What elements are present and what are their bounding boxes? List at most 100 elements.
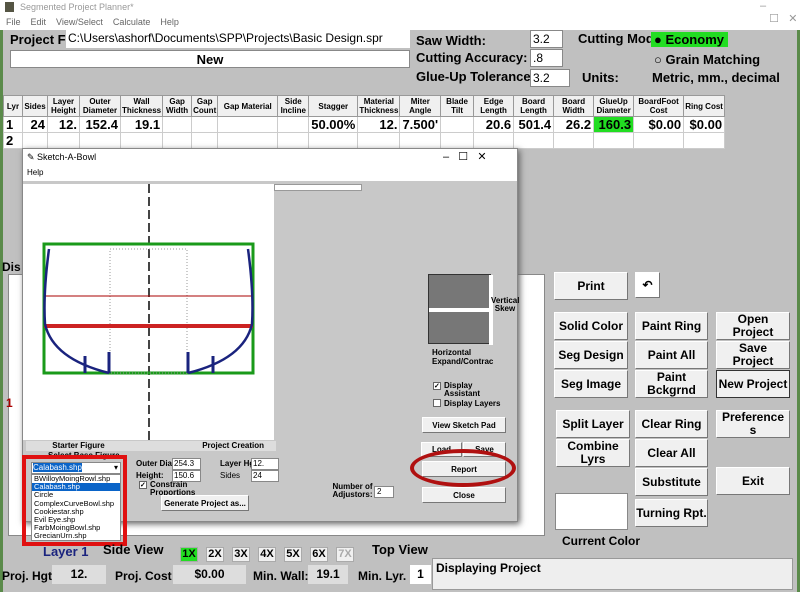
substitute-button[interactable]: Substitute [635,468,708,496]
table-cell[interactable] [217,116,279,133]
menu-calculate[interactable]: Calculate [113,17,151,27]
zoom-7x-button[interactable]: 7X [336,547,354,562]
table-cell[interactable] [47,132,80,149]
table-cell[interactable] [553,132,595,149]
horizontal-skew-slider[interactable] [429,308,489,312]
cutting-accuracy-input[interactable]: .8 [530,49,563,67]
table-cell[interactable]: 26.2 [553,116,595,133]
table-cell[interactable] [308,132,359,149]
table-cell[interactable]: 501.4 [513,116,555,133]
table-cell[interactable]: $0.00 [633,116,685,133]
table-cell[interactable] [277,132,310,149]
table-cell[interactable] [513,132,555,149]
horizontal-scrollbar[interactable] [274,184,362,191]
split-layer-button[interactable]: Split Layer [556,410,630,438]
paint-background-button[interactable]: Paint Bckgrnd [635,370,708,398]
turning-report-button[interactable]: Turning Rpt. [635,499,708,527]
display-assistant-checkbox[interactable]: ✓ Display Assistant [433,382,480,398]
table-cell[interactable] [162,116,193,133]
generate-project-button[interactable]: Generate Project as... [161,495,249,511]
saw-width-input[interactable]: 3.2 [530,30,563,48]
table-row[interactable]: 1 24 12. 152.4 19.1 50.00% 12. 7.500' 20.6 501.4 2… [3,116,726,133]
highlight-box [22,455,127,546]
open-project-button[interactable]: Open Project [716,312,790,340]
table-cell[interactable] [22,132,48,149]
table-cell[interactable] [399,132,442,149]
menu-edit[interactable]: Edit [31,17,47,27]
zoom-3x-button[interactable]: 3X [232,547,250,562]
table-cell[interactable] [191,116,219,133]
table-cell[interactable]: $0.00 [683,116,726,133]
window-title: Segmented Project Planner* [20,2,134,12]
min-wall-value: 19.1 [308,565,348,584]
clear-ring-button[interactable]: Clear Ring [635,410,708,438]
window-controls[interactable]: – ☐ ✕ [760,0,800,25]
table-cell[interactable] [277,116,310,133]
table-cell[interactable]: 12. [357,116,401,133]
clear-all-button[interactable]: Clear All [635,439,708,467]
table-row[interactable]: 2 [3,132,726,149]
menu-view-select[interactable]: View/Select [56,17,103,27]
table-cell[interactable] [357,132,401,149]
solid-color-button[interactable]: Solid Color [554,312,628,340]
undo-icon[interactable]: ↶ [635,272,660,298]
table-cell[interactable] [217,132,279,149]
table-cell[interactable] [191,132,219,149]
preferences-button[interactable]: Preference s [716,410,790,438]
table-cell[interactable] [79,132,121,149]
layer-hg-input[interactable]: 12. [251,458,279,470]
paint-all-button[interactable]: Paint All [635,341,708,369]
zoom-5x-button[interactable]: 5X [284,547,302,562]
display-layers-checkbox[interactable]: Display Layers [433,399,500,408]
close-button[interactable]: Close [422,487,506,503]
table-cell[interactable]: 7.500' [399,116,442,133]
menu-help[interactable]: Help [160,17,179,27]
table-cell[interactable]: 50.00% [308,116,359,133]
zoom-6x-button[interactable]: 6X [310,547,328,562]
table-cell[interactable] [440,132,475,149]
table-cell[interactable] [683,132,726,149]
print-button[interactable]: Print [554,272,628,300]
table-cell[interactable] [162,132,193,149]
section-headers: Starter Figure Project Creation [26,441,276,451]
dialog-menu-help[interactable]: Help [27,168,43,177]
current-color-swatch[interactable] [555,493,628,530]
save-project-button[interactable]: Save Project [716,341,790,369]
adjustors-input[interactable]: 2 [374,486,394,498]
exit-button[interactable]: Exit [716,467,790,495]
view-sketch-pad-button[interactable]: View Sketch Pad [422,417,506,433]
table-cell[interactable]: 2 [3,132,23,149]
seg-image-button[interactable]: Seg Image [554,370,628,398]
table-cell[interactable] [119,132,164,149]
table-cell[interactable] [473,132,515,149]
paint-ring-button[interactable]: Paint Ring [635,312,708,340]
seg-design-button[interactable]: Seg Design [554,341,628,369]
combine-layers-button[interactable]: Combine Lyrs [556,439,630,467]
zoom-1x-button[interactable]: 1X [180,547,198,562]
skew-control[interactable] [428,274,493,345]
project-file-input[interactable]: C:\Users\ashorf\Documents\SPP\Projects\B… [66,30,410,48]
new-project-button[interactable]: New Project [716,370,790,398]
table-cell[interactable]: 160.3 [593,116,635,133]
table-cell[interactable] [440,116,475,133]
sketch-canvas[interactable] [23,184,274,440]
radio-grain-matching[interactable]: ○ Grain Matching [651,52,760,67]
table-cell[interactable]: 1 [3,116,23,133]
dialog-window-controls[interactable]: – ☐ ✕ [443,150,487,163]
zoom-4x-button[interactable]: 4X [258,547,276,562]
outer-dia-input[interactable]: 254.3 [172,458,201,470]
table-cell[interactable]: 12. [47,116,80,133]
zoom-2x-button[interactable]: 2X [206,547,224,562]
table-cell[interactable] [633,132,685,149]
layer-table: Lyr Sides Layer Height Outer Diameter Wall T… [3,95,726,149]
radio-economy[interactable]: ● Economy [651,32,728,47]
glue-up-input[interactable]: 3.2 [530,69,570,87]
table-cell[interactable]: 20.6 [473,116,515,133]
table-cell[interactable] [593,132,635,149]
table-cell[interactable]: 152.4 [79,116,121,133]
table-cell[interactable]: 19.1 [119,116,164,133]
project-name-field[interactable]: New [10,50,410,68]
sides-input[interactable]: 24 [251,470,279,482]
menu-file[interactable]: File [6,17,21,27]
table-cell[interactable]: 24 [22,116,48,133]
